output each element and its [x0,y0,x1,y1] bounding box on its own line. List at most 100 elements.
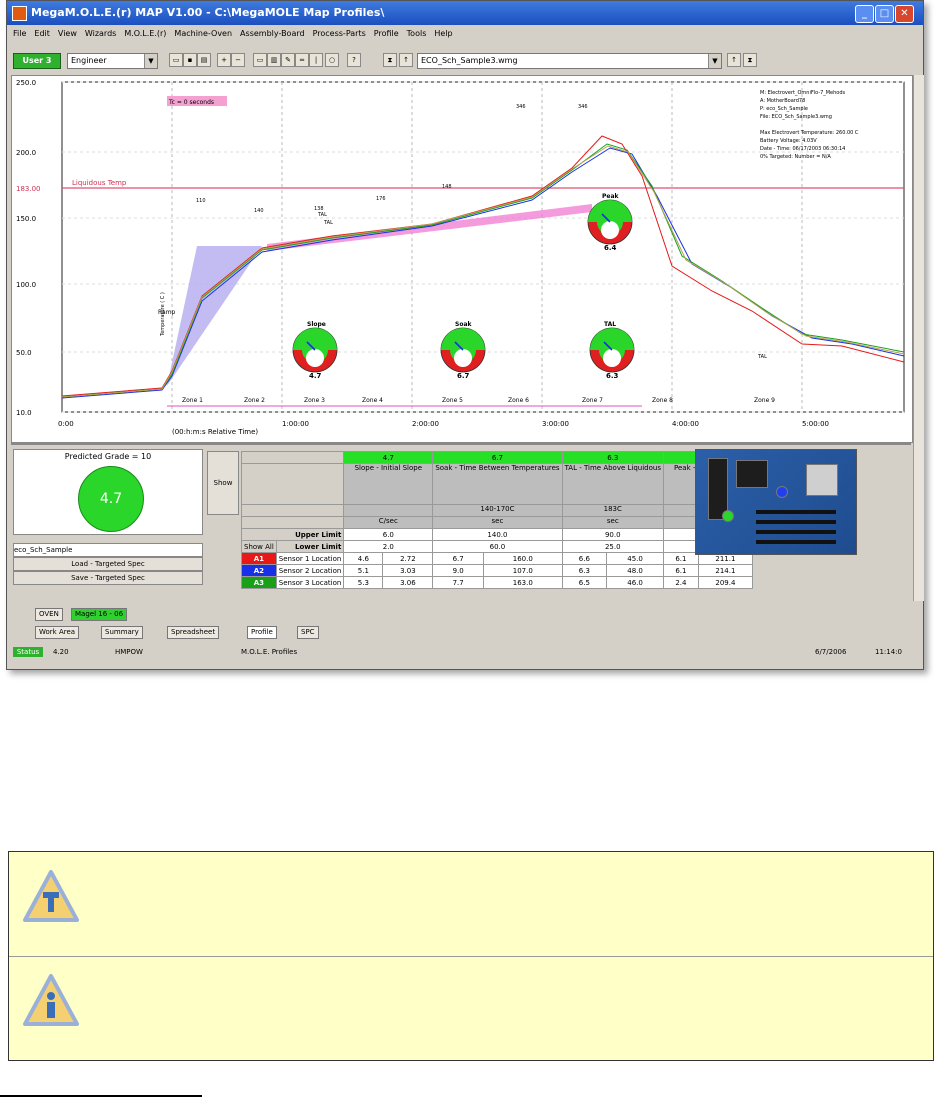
folder-icon[interactable]: ▭ [253,53,267,67]
y-tick-label: 250.0 [16,79,36,87]
sensor-value: 6.6 [561,552,608,565]
tab-row-lower: Work Area Summary Spreadsheet Profile SPC [11,625,911,639]
sensor-tag[interactable]: A1 [241,552,277,565]
chart-svg: 250.0 200.0 183.00 150.0 100.0 50.0 10.0 0:00 1… [16,79,905,436]
menu-item-4[interactable]: M.O.L.E.(r) [124,29,166,38]
note-box [8,851,934,1061]
lower-limit-value[interactable]: 2.0 [343,540,434,553]
hourglass-icon-2[interactable]: ⧗ [743,53,757,67]
spec-blank [240,463,345,505]
user-button[interactable]: User 3 [13,53,61,69]
sensor-value: 2.72 [382,552,434,565]
menu-item-7[interactable]: Process-Parts [313,29,366,38]
profile-file-value: ECO_Sch_Sample3.wmg [421,56,518,65]
show-button[interactable]: Show [207,451,239,515]
zoom-in-icon[interactable]: + [217,53,231,67]
menu-item-9[interactable]: Tools [407,29,427,38]
upper-limit-value[interactable]: 140.0 [432,528,563,541]
x-axis-label: (00:h:m:s Relative Time) [172,428,258,436]
menu-item-0[interactable]: File [13,29,26,38]
gauge-face [454,349,472,367]
arrow-up-icon-2[interactable]: ↑ [727,53,741,67]
status-value-2: HMPOW [115,648,143,656]
status-time: 11:14:0 [875,648,902,656]
tab-lower-3[interactable]: Profile [247,626,277,639]
load-targeted-spec-button[interactable]: Load - Targeted Spec [13,557,203,571]
profile-chart: 250.0 200.0 183.00 150.0 100.0 50.0 10.0 0:00 1… [11,75,913,443]
liquidus-label: Liquidous Temp [72,179,127,187]
gauge-value: 6.7 [457,372,470,380]
profile-file-combo[interactable]: ECO_Sch_Sample3.wmg ▼ [417,53,722,69]
gauge-face [306,349,324,367]
info-line: Max Electrovert Temperature: 260.00 C [760,130,859,136]
show-all-label[interactable]: Show All [241,540,277,553]
gauge-title: TAL [604,321,616,328]
gauge-value: 4.7 [309,372,322,380]
tab-upper-1[interactable]: Magel 16 - 06 [71,608,128,621]
tab-lower-0[interactable]: Work Area [35,626,80,639]
close-button[interactable]: ✕ [895,5,914,23]
spec-header: TAL - Time Above Liquidous [561,463,664,505]
x-tick-label: 5:00:00 [802,420,829,428]
menu-item-10[interactable]: Help [434,29,452,38]
menu-item-2[interactable]: View [58,29,77,38]
y-tick-label: 50.0 [16,349,32,357]
menu-item-1[interactable]: Edit [34,29,50,38]
save-targeted-spec-button[interactable]: Save - Targeted Spec [13,571,203,585]
tag-box-text: Tc = 0 seconds [168,99,214,106]
chart-annotation: 148 [442,184,452,190]
print-icon[interactable]: ▤ [197,53,211,67]
tab-upper-0[interactable]: OVEN [35,608,63,621]
profile-name-field[interactable]: eco_Sch_Sample [13,543,203,557]
sensor-tag[interactable]: A3 [241,576,277,589]
spec-subheader: 140-170C [432,504,563,517]
maximize-button[interactable]: □ [875,5,894,23]
menu-item-5[interactable]: Machine-Oven [174,29,232,38]
zone-label: Zone 1 [182,397,203,404]
help-icon[interactable]: ? [347,53,361,67]
upper-limit-value[interactable]: 90.0 [561,528,664,541]
spec-grade: 4.7 [343,451,434,464]
lower-limit-value[interactable]: 60.0 [432,540,563,553]
arrow-up-icon[interactable]: ↑ [399,53,413,67]
menu-item-8[interactable]: Profile [374,29,399,38]
minimize-button[interactable]: _ [855,5,874,23]
tab-lower-4[interactable]: SPC [297,626,319,639]
info-line: 0% Targeted: Number = N/A [760,154,831,160]
info-line: File: ECO_Sch_Sample3.wmg [760,114,832,120]
user-level-value: Engineer [71,56,107,65]
tab-lower-1[interactable]: Summary [101,626,143,639]
spec-subheader: 183C [561,504,664,517]
gauge-value: 6.4 [604,244,617,252]
lower-limit-value[interactable]: 25.0 [561,540,664,553]
hourglass-icon[interactable]: ⧗ [383,53,397,67]
vertical-scrollbar[interactable] [913,75,924,601]
upper-limit-value[interactable]: 6.0 [343,528,434,541]
chart-icon[interactable]: ▥ [267,53,281,67]
zoom-out-icon[interactable]: − [231,53,245,67]
tab-lower-2[interactable]: Spreadsheet [167,626,220,639]
zone-label: Zone 2 [244,397,265,404]
ruler-icon[interactable]: ═ [295,53,309,67]
sensor-value: 9.0 [432,564,484,577]
sensor-value: 46.0 [606,576,664,589]
y-tick-label: 100.0 [16,281,36,289]
bar-icon[interactable]: | [309,53,323,67]
menu-item-3[interactable]: Wizards [85,29,116,38]
open-folder-icon[interactable]: ▭ [169,53,183,67]
info-line: P: eco_Sch_Sample [760,106,808,112]
status-value-1: 4.20 [53,648,69,656]
tip-icon [23,870,79,922]
upper-limit-label: Upper Limit [240,528,345,541]
sensor-value: 6.3 [561,564,608,577]
user-level-combo[interactable]: Engineer ▼ [67,53,158,69]
sensor-tag[interactable]: A2 [241,564,277,577]
spec-grade: 6.7 [432,451,563,464]
chart-annotation: 176 [376,196,386,202]
menu-item-6[interactable]: Assembly-Board [240,29,305,38]
save-icon[interactable]: ▪ [183,53,197,67]
refresh-icon[interactable]: ○ [325,53,339,67]
edit-icon[interactable]: ✎ [281,53,295,67]
x-tick-label: 1:00:00 [282,420,309,428]
zone-label: Zone 5 [442,397,463,404]
